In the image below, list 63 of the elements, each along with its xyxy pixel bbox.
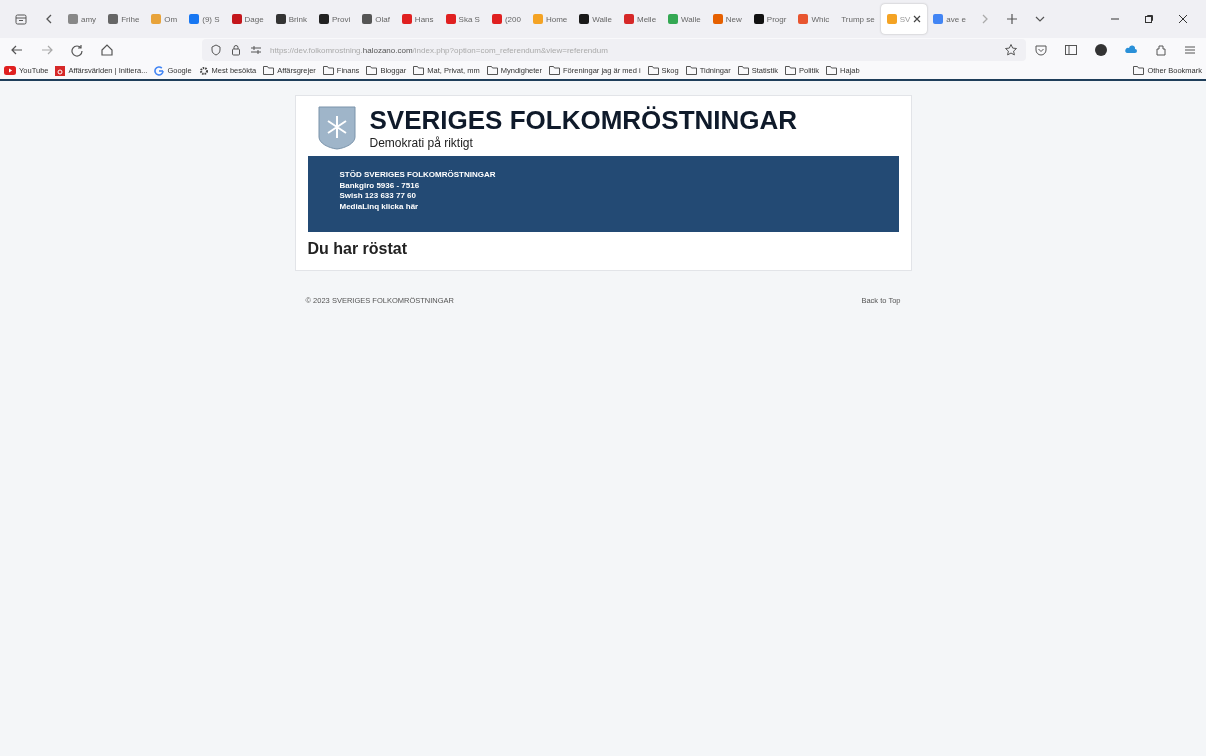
home-icon[interactable] [100,43,114,57]
browser-tab[interactable]: Olaf [356,4,396,34]
browser-tab[interactable]: Provi [312,4,357,34]
account-icon[interactable] [1094,43,1108,57]
browser-tab[interactable]: amy [62,4,103,34]
folder-icon [685,66,697,75]
browser-tab[interactable]: Progr [747,4,793,34]
browser-tab[interactable]: Whic [792,4,836,34]
extensions-icon[interactable] [1154,43,1168,57]
shield-logo-icon [317,106,356,150]
browser-tab[interactable]: Trump se [835,4,881,34]
folder-icon [549,66,561,75]
browser-tab[interactable]: Ska S [439,4,486,34]
folder-icon [784,66,796,75]
restore-icon[interactable] [1144,14,1154,24]
site-tagline: Demokrati på riktigt [369,136,474,150]
permissions-icon [250,44,262,56]
chevron-down-icon[interactable] [1033,14,1046,24]
site-icon [55,65,66,76]
folder-icon [825,66,837,75]
folder-icon [322,66,334,75]
browser-tab[interactable]: (9) S [183,4,226,34]
browser-tab[interactable]: SV [880,4,928,34]
banner-text: MediaLinq klicka här [339,201,420,212]
browser-tab[interactable]: Frihe [102,4,146,34]
close-icon[interactable] [913,15,922,23]
new-tab-icon[interactable] [1005,13,1018,25]
folder-icon [366,66,378,75]
pocket-icon[interactable] [1034,43,1048,57]
sidebar-icon[interactable] [1064,43,1078,57]
banner-text: Bankgiro 5936 - 7516 [339,180,421,191]
folder-icon [737,66,749,75]
google-icon [154,65,165,76]
star-icon[interactable] [1004,43,1018,57]
browser-tab[interactable]: Om [145,4,184,34]
folder-icon [1133,66,1145,75]
reload-icon[interactable] [70,43,84,57]
banner-text: STÖD SVERIGES FOLKOMRÖSTNINGAR [339,170,497,181]
back-arrow-icon[interactable] [10,43,24,57]
browser-tab[interactable]: Melle [617,4,663,34]
browser-tab[interactable]: New [706,4,748,34]
browser-tab[interactable]: Dage [225,4,270,34]
browser-tab[interactable]: (200 [485,4,527,34]
page-heading: Du har röstat [307,240,409,258]
browser-tab[interactable]: Hans [395,4,440,34]
browser-tab[interactable]: Walle [662,4,707,34]
browser-tab[interactable]: Brink [269,4,313,34]
shield-icon [210,44,222,56]
lock-icon [230,44,242,56]
folder-icon [263,66,275,75]
browser-tab[interactable]: Home [526,4,574,34]
banner-text: Swish 123 633 77 60 [339,191,417,202]
folder-icon [647,66,659,75]
gear-icon [198,65,209,76]
browser-tab[interactable]: Walle [573,4,618,34]
tab-list-icon[interactable] [14,12,28,26]
play-icon [4,66,16,75]
close-icon[interactable] [1178,14,1188,24]
chevron-left-icon[interactable] [44,12,54,26]
site-title: SVERIGES FOLKOMRÖSTNINGAR [369,106,798,134]
folder-icon [413,66,425,75]
browser-tab[interactable]: ave e [927,4,972,34]
folder-icon [486,66,498,75]
